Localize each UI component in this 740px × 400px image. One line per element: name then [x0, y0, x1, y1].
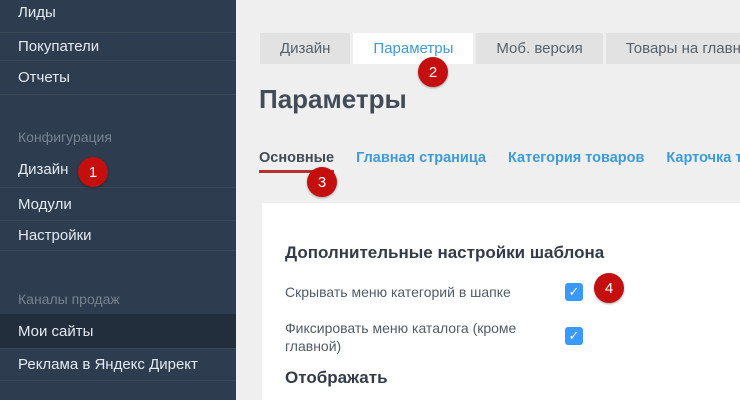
sidebar-section-configuration: Конфигурация	[0, 122, 236, 152]
section-heading-template-settings: Дополнительные настройки шаблона	[285, 243, 604, 263]
sidebar-item-label: Реклама в Яндекс Директ	[18, 356, 198, 373]
sidebar-item-label: Дизайн	[18, 161, 68, 178]
settings-panel: Дополнительные настройки шаблона Скрыват…	[262, 203, 740, 400]
step-badge-3: 3	[307, 167, 337, 197]
section-heading-display: Отображать	[285, 368, 388, 388]
sidebar-section-label: Каналы продаж	[18, 291, 120, 307]
setting-label-hide-category-menu: Скрывать меню категорий в шапке	[285, 283, 557, 301]
sidebar-item-label: Мои сайты	[18, 323, 93, 340]
checkmark-icon: ✓	[569, 327, 580, 345]
sidebar-item-yandex-direct-ads[interactable]: Реклама в Яндекс Директ	[0, 349, 236, 381]
sidebar-item-label: Покупатели	[18, 38, 99, 55]
step-badge-1: 1	[78, 157, 108, 187]
checkbox-fix-catalog-menu[interactable]: ✓	[565, 327, 583, 345]
step-badge-2: 2	[418, 57, 448, 87]
setting-label-fix-catalog-menu: Фиксировать меню каталога (кроме главной…	[285, 319, 537, 355]
checkmark-icon: ✓	[569, 283, 580, 301]
sidebar-item-leads[interactable]: Лиды	[0, 0, 236, 33]
tab-design[interactable]: Дизайн	[260, 33, 350, 64]
sidebar-item-label: Модули	[18, 196, 72, 213]
sidebar-item-label: Настройки	[18, 227, 92, 244]
sidebar: Лиды Покупатели Отчеты Конфигурация Диза…	[0, 0, 236, 400]
sidebar-section-label: Конфигурация	[18, 129, 112, 145]
sidebar-item-label: Лиды	[18, 4, 56, 21]
tab-mobile-version[interactable]: Моб. версия	[476, 33, 602, 64]
admin-panel: Лиды Покупатели Отчеты Конфигурация Диза…	[0, 0, 740, 400]
checkbox-hide-category-menu[interactable]: ✓	[565, 283, 583, 301]
sidebar-item-customers[interactable]: Покупатели	[0, 33, 236, 61]
subtab-product-card[interactable]: Карточка товара	[666, 150, 740, 173]
sidebar-item-reports[interactable]: Отчеты	[0, 61, 236, 95]
page-title: Параметры	[259, 84, 407, 115]
subtab-product-category[interactable]: Категория товаров	[508, 150, 644, 173]
step-badge-4: 4	[594, 273, 624, 303]
tab-parameters[interactable]: Параметры	[353, 33, 473, 64]
sidebar-item-my-sites[interactable]: Мои сайты	[0, 314, 236, 349]
sidebar-item-settings[interactable]: Настройки	[0, 221, 236, 251]
sidebar-section-sales-channels: Каналы продаж	[0, 284, 236, 314]
tab-products-on-main[interactable]: Товары на главной	[606, 33, 740, 64]
design-tabbar: Дизайн Параметры Моб. версия Товары на г…	[260, 33, 740, 64]
sidebar-item-design[interactable]: Дизайн	[0, 152, 236, 188]
subtab-home-page[interactable]: Главная страница	[356, 150, 486, 173]
sidebar-item-label: Отчеты	[18, 69, 70, 86]
sidebar-item-modules[interactable]: Модули	[0, 188, 236, 221]
